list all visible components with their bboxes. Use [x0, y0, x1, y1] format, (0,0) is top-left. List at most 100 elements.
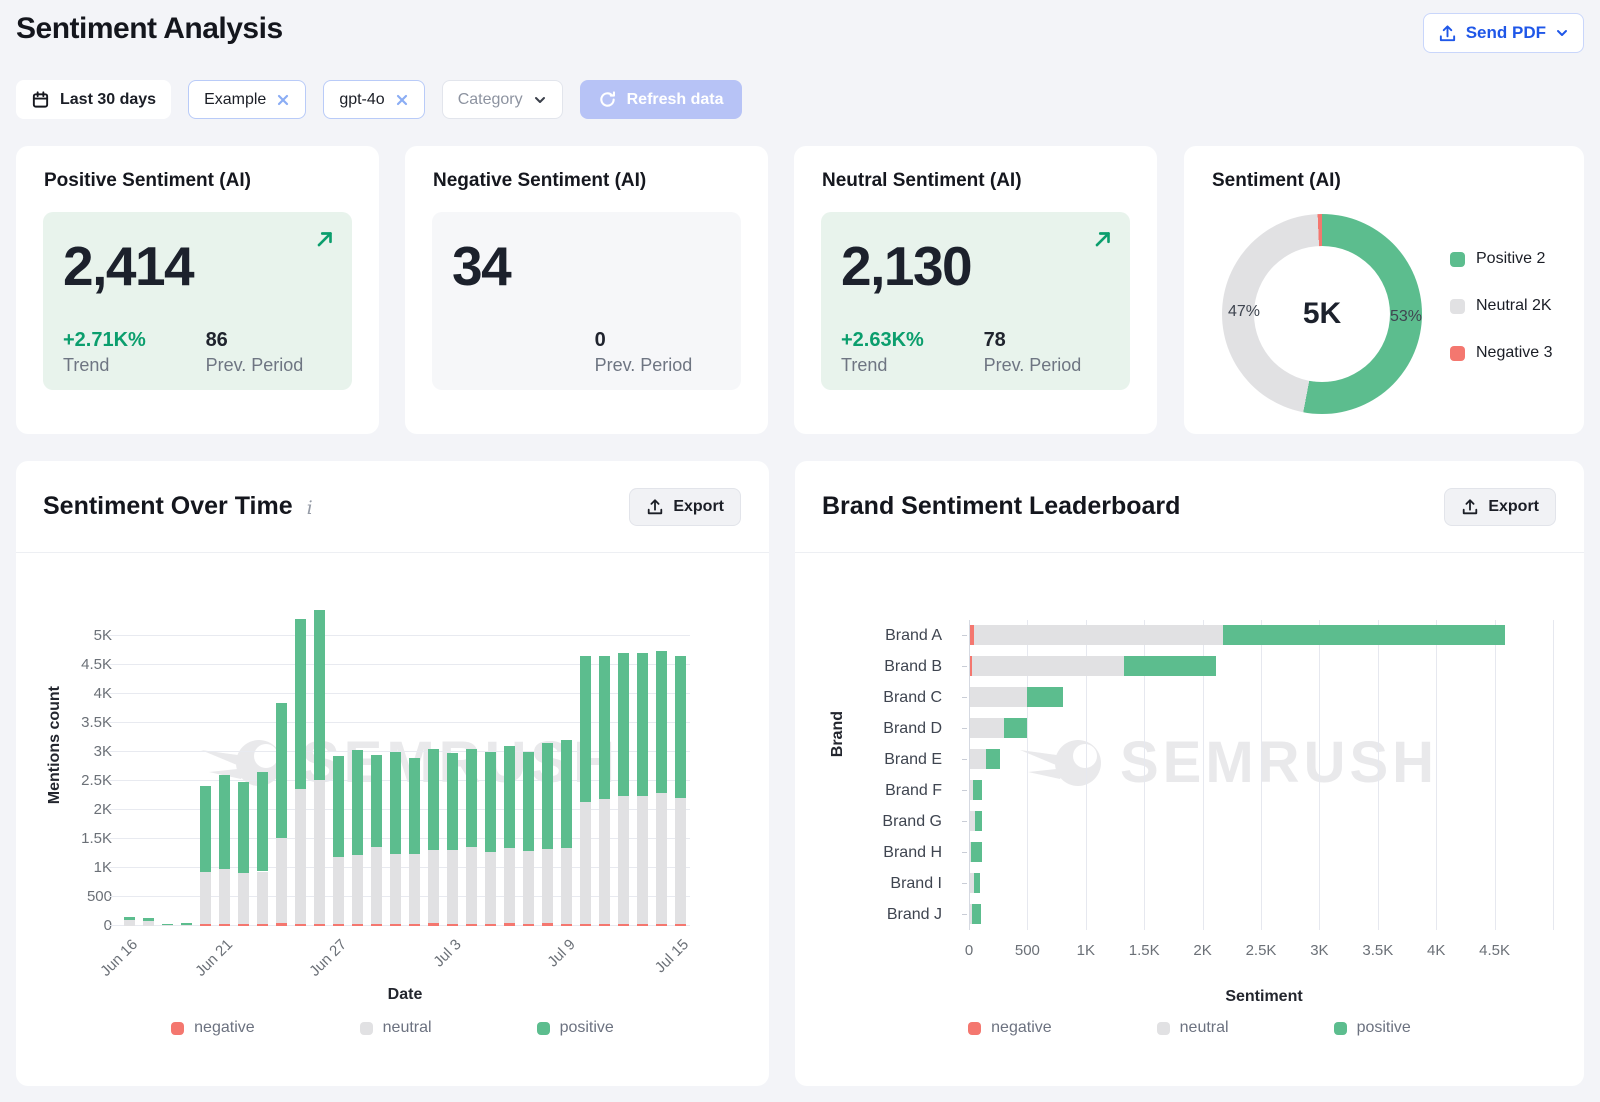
- brand-label: Brand H: [795, 837, 955, 868]
- kpi-panel: 2,414 +2.71K% Trend 86 Prev. Period: [43, 212, 352, 390]
- bar-segment-positive: [971, 842, 982, 862]
- bar-segment-negative: [561, 924, 572, 926]
- bar-segment-positive: [972, 904, 981, 924]
- kpi-panel: 34 0 Prev. Period: [432, 212, 741, 390]
- x-axis-title: Sentiment: [969, 988, 1559, 1006]
- kpi-trend-value: +2.71K%: [63, 329, 206, 352]
- x-tick-label: 4.5K: [1479, 942, 1510, 959]
- x-axis-title: Date: [120, 986, 690, 1004]
- close-icon[interactable]: [276, 93, 290, 107]
- negative-swatch: [171, 1022, 184, 1035]
- legend-item-negative[interactable]: Negative 3: [1450, 344, 1553, 362]
- y-tick: [962, 635, 967, 636]
- x-tick-label: Jun 21: [193, 936, 237, 980]
- legend-item-positive[interactable]: positive: [1334, 1019, 1411, 1037]
- bar-segment-positive: [314, 610, 325, 780]
- donut-card: Sentiment (AI) 5K 47% 53% Positive 2 Neu…: [1184, 146, 1584, 434]
- filter-chip-gpt-4o[interactable]: gpt-4o: [323, 80, 424, 119]
- bar-segment-negative: [504, 923, 515, 926]
- y-tick-label: 1K: [16, 859, 112, 876]
- refresh-data-button[interactable]: Refresh data: [580, 80, 742, 119]
- bar-segment-neutral: [409, 854, 420, 924]
- bar-segment-negative: [219, 924, 230, 926]
- legend-item-neutral[interactable]: Neutral 2K: [1450, 297, 1553, 315]
- negative-swatch: [968, 1022, 981, 1035]
- bar-segment-positive: [542, 743, 553, 848]
- kpi-value: 34: [452, 234, 721, 298]
- horizontal-bar-plot[interactable]: 05001K1.5K2K2.5K3K3.5K4K4.5K: [969, 620, 1559, 930]
- bar-segment-neutral: [523, 851, 534, 924]
- bar-segment-positive: [1223, 625, 1505, 645]
- bar-segment-positive: [276, 703, 287, 838]
- neutral-swatch: [1450, 299, 1465, 314]
- filter-chip-label: Example: [204, 91, 266, 109]
- bar-segment-neutral: [314, 780, 325, 924]
- chevron-down-icon: [533, 93, 547, 107]
- refresh-label: Refresh data: [627, 91, 724, 109]
- donut-card-title: Sentiment (AI): [1212, 170, 1341, 192]
- stacked-bar-plot[interactable]: Jun 16Jun 21Jun 27Jul 3Jul 9Jul 15: [120, 596, 690, 926]
- x-tick-label: Jun 16: [98, 936, 142, 980]
- bar-segment-positive: [656, 651, 667, 794]
- legend-item-positive[interactable]: Positive 2: [1450, 250, 1553, 268]
- bar-segment-negative: [314, 924, 325, 926]
- bar-segment-neutral: [295, 789, 306, 924]
- bar-segment-neutral: [390, 854, 401, 924]
- filter-chip-label: gpt-4o: [339, 91, 384, 109]
- bar-segment-positive: [143, 918, 154, 921]
- legend-label: positive: [560, 1019, 614, 1037]
- page-title: Sentiment Analysis: [16, 12, 283, 46]
- brand-label: Brand B: [795, 651, 955, 682]
- kpi-title: Positive Sentiment (AI): [44, 170, 251, 192]
- legend-label: negative: [194, 1019, 255, 1037]
- legend-item-negative[interactable]: negative: [968, 1019, 1052, 1037]
- bar-segment-neutral: [675, 798, 686, 924]
- y-tick: [962, 728, 967, 729]
- y-tick: [962, 666, 967, 667]
- date-range-filter[interactable]: Last 30 days: [16, 80, 171, 119]
- bar-segment-positive: [428, 749, 439, 850]
- y-tick-label: 5K: [16, 627, 112, 644]
- legend-item-neutral[interactable]: neutral: [360, 1019, 432, 1037]
- bar-segment-positive: [675, 656, 686, 797]
- bar-segment-negative: [371, 924, 382, 926]
- brand-label: Brand F: [795, 775, 955, 806]
- close-icon[interactable]: [395, 93, 409, 107]
- bar-segment-neutral: [542, 849, 553, 924]
- kpi-trend-label: Trend: [63, 355, 206, 376]
- positive-swatch: [1450, 252, 1465, 267]
- trend-up-arrow-icon[interactable]: [1092, 228, 1114, 255]
- bar-segment-negative: [656, 924, 667, 926]
- category-dropdown[interactable]: Category: [442, 80, 563, 119]
- chart-legend: negative neutral positive: [795, 1019, 1584, 1037]
- bar-segment-neutral: [485, 852, 496, 924]
- bar-segment-neutral: [466, 847, 477, 924]
- send-pdf-button[interactable]: Send PDF: [1423, 13, 1584, 53]
- neutral-swatch: [1157, 1022, 1170, 1035]
- gridline: [1495, 620, 1496, 930]
- bar-segment-negative: [523, 924, 534, 926]
- export-button[interactable]: Export: [629, 488, 741, 526]
- bar-segment-negative: [409, 924, 420, 926]
- bar-segment-neutral: [333, 857, 344, 924]
- upload-icon: [1461, 498, 1479, 516]
- filter-chip-example[interactable]: Example: [188, 80, 306, 119]
- chart-legend: negative neutral positive: [16, 1019, 769, 1037]
- bar-segment-positive: [637, 653, 648, 796]
- trend-up-arrow-icon[interactable]: [314, 228, 336, 255]
- bar-segment-positive: [1004, 718, 1027, 738]
- category-label: Category: [458, 91, 523, 109]
- bar-segment-negative: [599, 924, 610, 926]
- bar-segment-positive: [409, 758, 420, 855]
- export-button[interactable]: Export: [1444, 488, 1556, 526]
- legend-item-positive[interactable]: positive: [537, 1019, 614, 1037]
- bar-segment-positive: [561, 740, 572, 848]
- y-tick: [962, 697, 967, 698]
- y-tick-label: 3K: [16, 743, 112, 760]
- info-icon[interactable]: i: [307, 497, 313, 519]
- kpi-value: 2,130: [841, 234, 1110, 298]
- legend-item-negative[interactable]: negative: [171, 1019, 255, 1037]
- bar-segment-neutral: [428, 850, 439, 922]
- legend-item-neutral[interactable]: neutral: [1157, 1019, 1229, 1037]
- bar-segment-neutral: [561, 848, 572, 923]
